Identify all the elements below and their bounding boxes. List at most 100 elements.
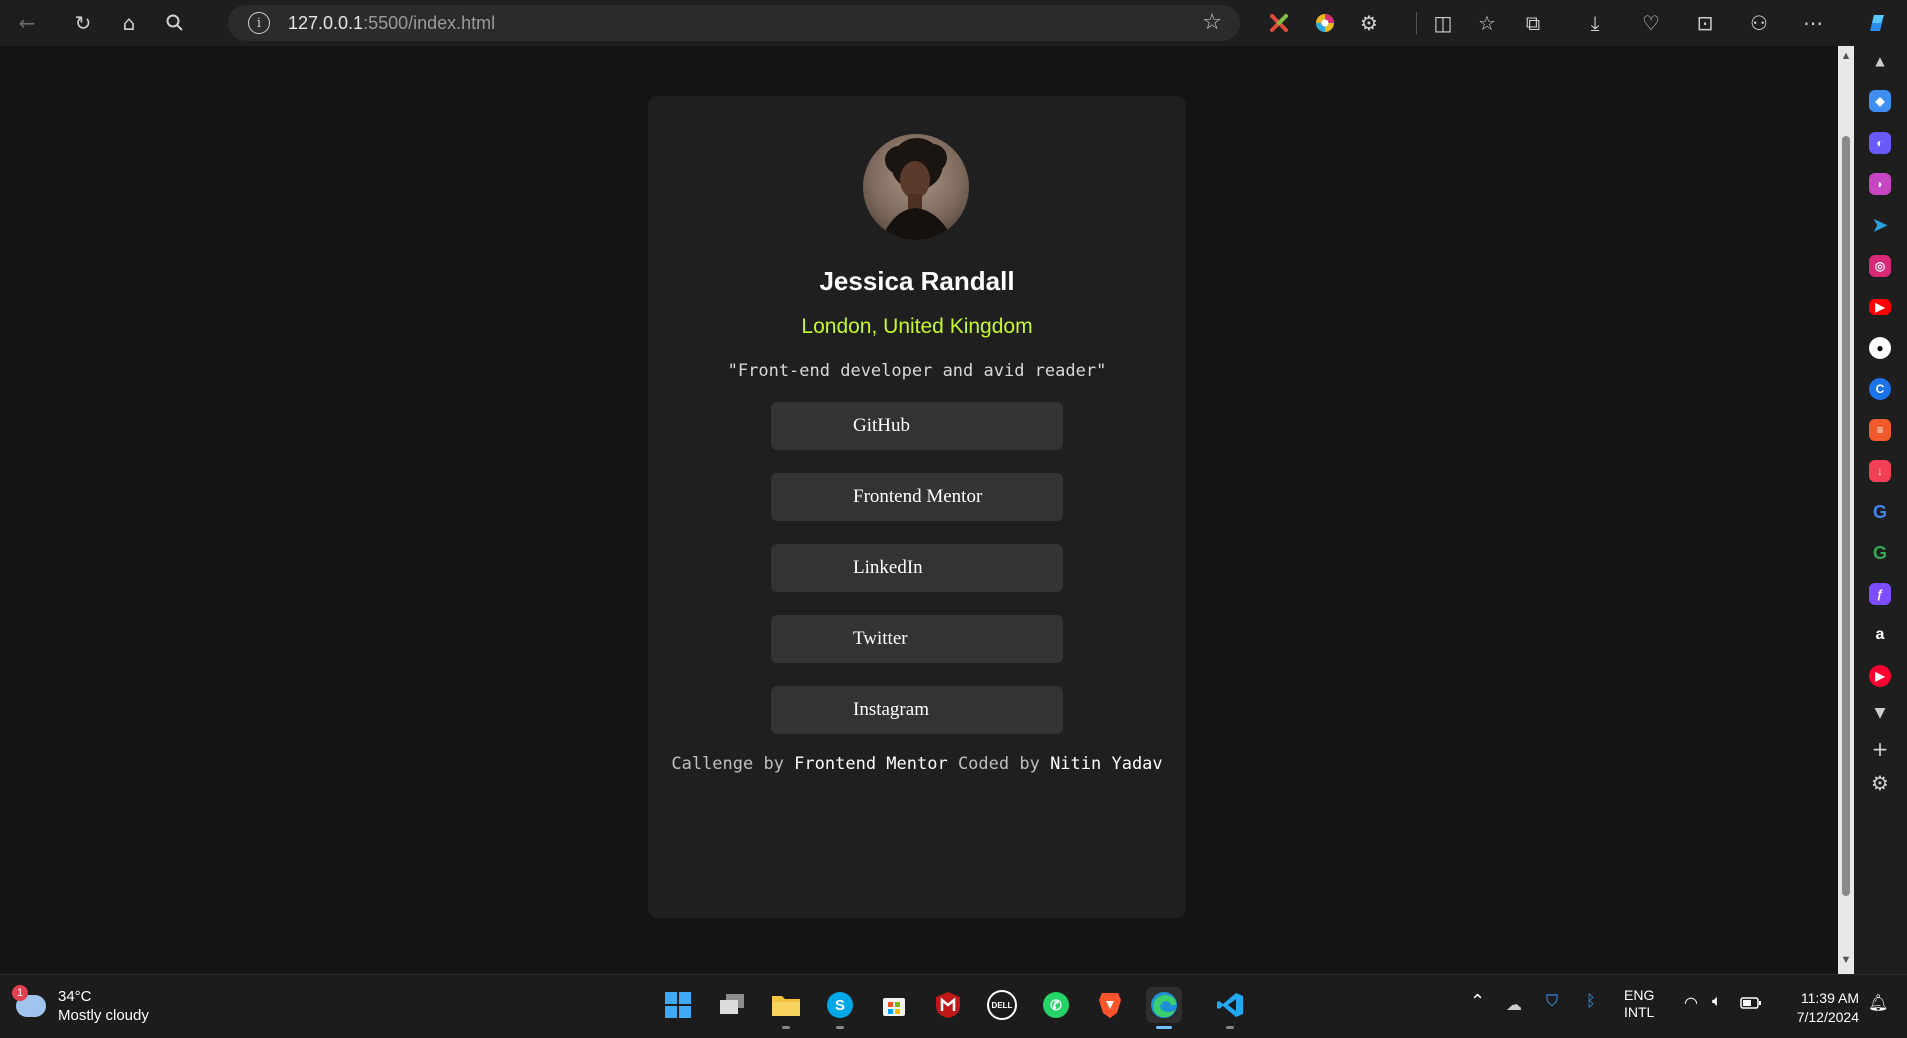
profile-avatar bbox=[863, 134, 969, 240]
app-f-icon[interactable]: ƒ bbox=[1869, 583, 1891, 605]
mcafee-icon[interactable] bbox=[930, 987, 966, 1023]
file-explorer-icon[interactable] bbox=[768, 987, 804, 1029]
edge-active-indicator bbox=[1156, 1026, 1172, 1029]
favorites-icon[interactable]: ☆ bbox=[1470, 6, 1504, 40]
scroll-down-arrow-icon[interactable]: ▼ bbox=[1840, 954, 1852, 966]
split-screen-icon[interactable]: ◫ bbox=[1426, 6, 1460, 40]
url-host: 127.0.0.1 bbox=[288, 12, 364, 33]
brave-browser-icon[interactable] bbox=[1092, 987, 1128, 1023]
youtube-music-icon[interactable]: ▶ bbox=[1869, 665, 1891, 687]
task-view-icon[interactable] bbox=[714, 987, 750, 1023]
page-viewport: Jessica Randall London, United Kingdom "… bbox=[0, 46, 1838, 974]
toolbar-divider bbox=[1416, 12, 1417, 34]
designer-icon[interactable]: ◗ bbox=[1869, 173, 1891, 195]
home-icon[interactable]: ⌂ bbox=[112, 6, 146, 40]
show-hidden-icons-icon[interactable]: ⌃ bbox=[1470, 991, 1485, 1012]
weather-cloud-icon: 1 bbox=[12, 985, 46, 1017]
weather-description: Mostly cloudy bbox=[58, 1007, 149, 1024]
weather-temperature: 34°C bbox=[58, 988, 92, 1005]
telegram-icon[interactable]: ➤ bbox=[1869, 214, 1891, 236]
volume-icon[interactable]: 🔈︎ bbox=[1712, 993, 1722, 1011]
weather-badge: 1 bbox=[12, 985, 28, 1001]
site-info-icon[interactable]: i bbox=[248, 12, 270, 34]
google-icon[interactable]: G bbox=[1869, 501, 1891, 523]
download-manager-icon[interactable]: ↓ bbox=[1869, 460, 1891, 482]
battery-icon[interactable] bbox=[1740, 996, 1762, 1012]
defender-icon[interactable]: ⛉ bbox=[1546, 993, 1558, 1011]
extension-x-icon[interactable] bbox=[1262, 6, 1296, 40]
address-bar[interactable]: i 127.0.0.1:5500/index.html ☆ bbox=[228, 5, 1240, 41]
url-text[interactable]: 127.0.0.1:5500/index.html bbox=[288, 13, 495, 34]
windows-taskbar: 1 34°C Mostly cloudy S DELL ✆ ⌃ ☁ ⛉ ᛒ EN… bbox=[0, 974, 1907, 1038]
notifications-bell-icon[interactable]: 🔔︎ bbox=[1868, 993, 1888, 1013]
onedrive-icon[interactable]: ☁ bbox=[1506, 995, 1522, 1015]
edge-browser-icon[interactable] bbox=[1146, 987, 1182, 1029]
dell-icon[interactable]: DELL bbox=[984, 987, 1020, 1023]
amazon-icon[interactable]: a bbox=[1869, 624, 1891, 646]
profile-card: Jessica Randall London, United Kingdom "… bbox=[648, 96, 1186, 918]
skype-indicator bbox=[836, 1026, 844, 1029]
frontend-mentor-link-button[interactable]: Frontend Mentor bbox=[771, 473, 1063, 521]
browser-sidebar: ▲ ◆ ◐ ◗ ➤ ◎ ▶ ● C ≡ ↓ G G ƒ a ▶ ▼ + ⚙ bbox=[1854, 46, 1907, 974]
color-wheel-extension-icon[interactable] bbox=[1308, 6, 1342, 40]
attribution-text-1: Callenge by bbox=[671, 754, 795, 774]
browser-toolbar: ← ↻ ⌂ i 127.0.0.1:5500/index.html ☆ ⚙ ◫ … bbox=[0, 0, 1907, 46]
linkedin-link-button[interactable]: LinkedIn bbox=[771, 544, 1063, 592]
wifi-icon[interactable]: ◠ bbox=[1684, 993, 1698, 1013]
bluetooth-icon[interactable]: ᛒ bbox=[1586, 993, 1596, 1011]
browser-essentials-icon[interactable]: ♡ bbox=[1634, 6, 1668, 40]
copilot-app-icon[interactable]: ◐ bbox=[1869, 132, 1891, 154]
profile-location: London, United Kingdom bbox=[801, 315, 1033, 338]
vscode-indicator bbox=[1226, 1026, 1234, 1029]
more-options-icon[interactable]: ⋯ bbox=[1796, 6, 1830, 40]
social-links: GitHub Frontend Mentor LinkedIn Twitter … bbox=[771, 402, 1063, 757]
vertical-scrollbar[interactable]: ▲ ▼ bbox=[1838, 46, 1854, 974]
screenshot-icon[interactable]: ⊡ bbox=[1688, 6, 1722, 40]
instagram-link-button[interactable]: Instagram bbox=[771, 686, 1063, 734]
clock-date: 7/12/2024 bbox=[1796, 1009, 1859, 1025]
google-icon-2[interactable]: G bbox=[1869, 542, 1891, 564]
add-sidebar-app-icon[interactable]: + bbox=[1867, 736, 1893, 762]
skype-icon[interactable]: S bbox=[822, 987, 858, 1029]
file-explorer-indicator bbox=[782, 1026, 790, 1029]
language-code: ENG bbox=[1624, 987, 1655, 1003]
github-link-button[interactable]: GitHub bbox=[771, 402, 1063, 450]
url-path: :5500/index.html bbox=[363, 12, 496, 33]
microsoft-store-icon[interactable] bbox=[876, 987, 912, 1023]
frontend-mentor-credit-link[interactable]: Frontend Mentor bbox=[794, 754, 948, 774]
attribution-footer: Callenge by Frontend Mentor Coded by Nit… bbox=[648, 754, 1186, 774]
profile-bio: "Front-end developer and avid reader" bbox=[727, 361, 1107, 381]
keyboard-layout: INTL bbox=[1624, 1004, 1655, 1020]
favorite-star-icon[interactable]: ☆ bbox=[1202, 10, 1222, 35]
windows-start-icon[interactable] bbox=[660, 987, 696, 1023]
sidebar-settings-icon[interactable]: ⚙ bbox=[1867, 770, 1893, 796]
downloads-icon[interactable]: ⤓ bbox=[1578, 6, 1612, 40]
github-icon[interactable]: ● bbox=[1869, 337, 1891, 359]
chatgpt-c-icon[interactable]: C bbox=[1869, 378, 1891, 400]
clock-time: 11:39 AM bbox=[1800, 990, 1859, 1006]
youtube-icon[interactable]: ▶ bbox=[1869, 299, 1891, 315]
instagram-icon[interactable]: ◎ bbox=[1869, 255, 1891, 277]
scroll-up-arrow-icon[interactable]: ▲ bbox=[1840, 50, 1852, 62]
copilot-sidebar-icon[interactable]: ⚇ bbox=[1742, 6, 1776, 40]
whatsapp-icon[interactable]: ✆ bbox=[1038, 987, 1074, 1023]
back-icon[interactable]: ← bbox=[10, 6, 44, 40]
system-clock[interactable]: 11:39 AM 7/12/2024 bbox=[1797, 989, 1859, 1027]
refresh-icon[interactable]: ↻ bbox=[66, 6, 100, 40]
vscode-icon[interactable] bbox=[1212, 987, 1248, 1029]
language-indicator[interactable]: ENG INTL bbox=[1624, 987, 1654, 1021]
search-icon[interactable] bbox=[158, 6, 192, 40]
profile-name: Jessica Randall bbox=[819, 266, 1015, 296]
collections-icon[interactable]: ⧉ bbox=[1516, 6, 1550, 40]
author-credit-link[interactable]: Nitin Yadav bbox=[1050, 754, 1163, 774]
sidebar-more-icon[interactable]: ▼ bbox=[1867, 700, 1893, 726]
shopping-tag-icon[interactable]: ◆ bbox=[1869, 90, 1891, 112]
attribution-text-2: Coded by bbox=[947, 754, 1051, 774]
sidebar-collapse-icon[interactable]: ▲ bbox=[1867, 48, 1893, 74]
scroll-thumb[interactable] bbox=[1842, 136, 1850, 896]
extensions-puzzle-icon[interactable]: ⚙ bbox=[1352, 6, 1386, 40]
weather-widget[interactable]: 1 34°C Mostly cloudy bbox=[12, 985, 149, 1025]
twitter-link-button[interactable]: Twitter bbox=[771, 615, 1063, 663]
downloader-icon[interactable]: ≡ bbox=[1869, 419, 1891, 441]
copilot-icon[interactable] bbox=[1860, 6, 1894, 40]
